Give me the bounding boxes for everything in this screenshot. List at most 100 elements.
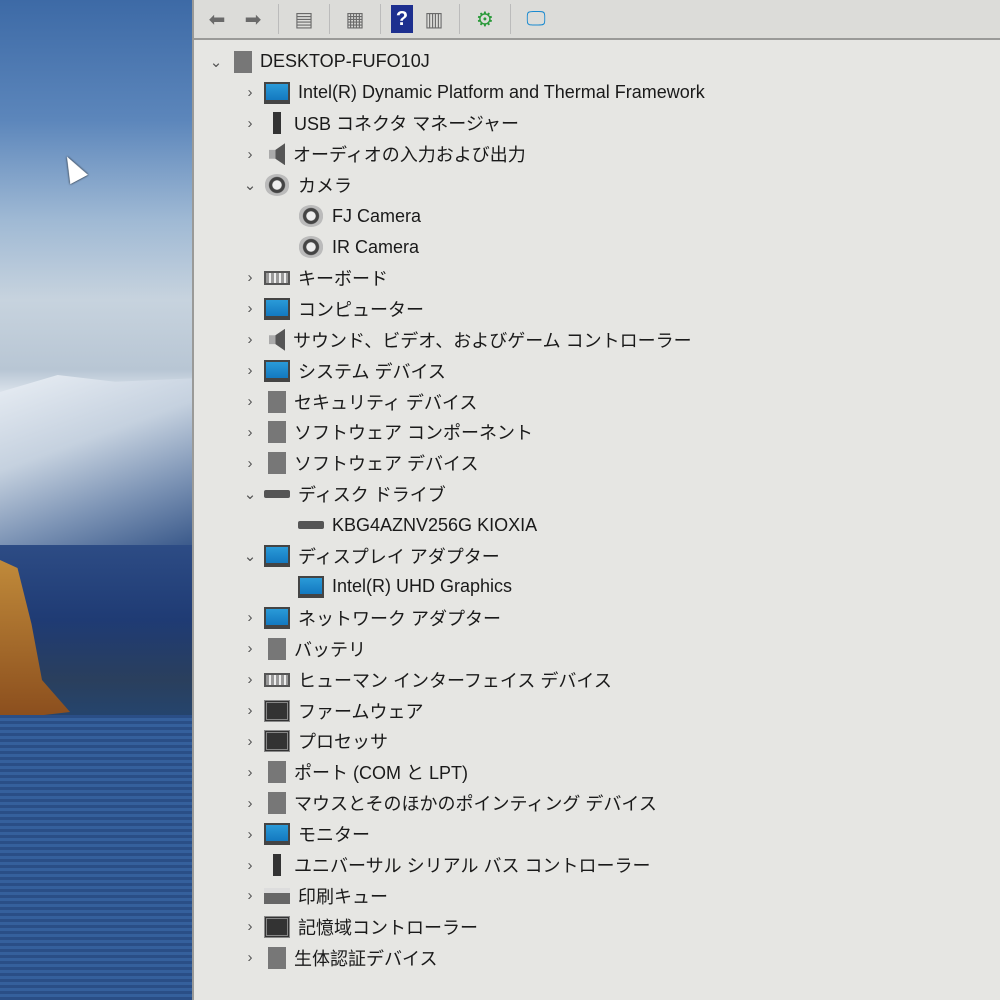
chevron-down-icon[interactable]: ⌄ — [240, 176, 260, 194]
category-item[interactable]: ⌄ ディスク ドライブ — [240, 479, 446, 510]
category-item[interactable]: › サウンド、ビデオ、およびゲーム コントローラー — [240, 324, 692, 355]
chevron-down-icon[interactable]: ⌄ — [240, 547, 260, 565]
category-item[interactable]: › バッテリ — [240, 633, 366, 664]
item-label: ヒューマン インターフェイス デバイス — [298, 670, 612, 691]
mon-device-icon — [264, 823, 290, 846]
properties-icon[interactable]: ▦ — [340, 5, 370, 33]
wallpaper-rock — [0, 560, 70, 720]
chevron-right-icon[interactable]: › — [240, 331, 260, 348]
forward-arrow-icon[interactable]: ➡ — [238, 5, 268, 33]
update-driver-icon[interactable]: ⚙ — [470, 5, 500, 33]
chevron-right-icon[interactable]: › — [240, 115, 260, 132]
item-label: キーボード — [298, 268, 388, 289]
category-item[interactable]: › オーディオの入力および出力 — [240, 139, 526, 170]
tree-root[interactable]: ⌄ DESKTOP-FUFO10J — [206, 46, 430, 77]
device-item[interactable]: FJ Camera — [294, 201, 421, 232]
item-label: 記憶域コントローラー — [298, 917, 478, 938]
gray-device-icon — [268, 421, 286, 444]
category-item[interactable]: › プロセッサ — [240, 726, 388, 757]
chevron-right-icon[interactable]: › — [240, 269, 260, 286]
mouse-cursor-icon — [58, 151, 88, 185]
category-item[interactable]: › 記憶域コントローラー — [240, 911, 478, 942]
item-label: KBG4AZNV256G KIOXIA — [332, 514, 538, 535]
back-arrow-icon[interactable]: ⬅ — [202, 5, 232, 33]
cam-device-icon — [264, 174, 290, 197]
item-label: ディスク ドライブ — [298, 485, 446, 506]
category-item[interactable]: › コンピューター — [240, 293, 424, 324]
chevron-right-icon[interactable]: › — [240, 887, 260, 904]
gray-device-icon — [268, 452, 286, 475]
item-label: Intel(R) Dynamic Platform and Thermal Fr… — [298, 82, 705, 102]
chevron-right-icon[interactable]: › — [240, 609, 260, 626]
category-item[interactable]: › マウスとそのほかのポインティング デバイス — [240, 788, 657, 819]
category-item[interactable]: › モニター — [240, 819, 370, 850]
item-label: カメラ — [298, 176, 352, 197]
item-label: IR Camera — [332, 236, 420, 257]
disk-device-icon — [298, 521, 324, 530]
toolbar: ⬅ ➡ ▤ ▦ ? ▥ ⚙ 🖵 — [194, 0, 1000, 40]
chevron-right-icon[interactable]: › — [240, 671, 260, 688]
scan-hardware-icon[interactable]: 🖵 — [521, 5, 551, 33]
chip-device-icon — [264, 699, 290, 722]
chevron-right-icon[interactable]: › — [240, 455, 260, 472]
item-label: USB コネクタ マネージャー — [294, 114, 520, 135]
gray-device-icon — [268, 761, 286, 784]
category-item[interactable]: › 生体認証デバイス — [240, 942, 437, 973]
item-label: ポート (COM と LPT) — [294, 763, 468, 784]
item-label: ソフトウェア コンポーネント — [294, 423, 533, 444]
category-item[interactable]: › ソフトウェア デバイス — [240, 448, 478, 479]
category-item[interactable]: › ソフトウェア コンポーネント — [240, 417, 533, 448]
cam-device-icon — [298, 236, 324, 258]
device-item[interactable]: IR Camera — [294, 232, 419, 263]
mon-device-icon — [264, 606, 290, 629]
chevron-right-icon[interactable]: › — [240, 826, 260, 843]
category-item[interactable]: › ヒューマン インターフェイス デバイス — [240, 664, 612, 695]
category-item[interactable]: ⌄ ディスプレイ アダプター — [240, 541, 500, 572]
prn-device-icon — [264, 887, 290, 904]
chevron-right-icon[interactable]: › — [240, 362, 260, 379]
category-item[interactable]: › ポート (COM と LPT) — [240, 757, 468, 788]
toolbar-separator — [459, 4, 460, 34]
device-manager-window: ⬅ ➡ ▤ ▦ ? ▥ ⚙ 🖵 ⌄ DESKTOP-FUFO10J › Intel… — [192, 0, 1000, 1000]
category-item[interactable]: › 印刷キュー — [240, 880, 389, 911]
item-label: セキュリティ デバイス — [294, 392, 478, 413]
item-label: コンピューター — [298, 299, 424, 320]
show-hide-console-tree-icon[interactable]: ▤ — [289, 5, 319, 33]
category-item[interactable]: › ユニバーサル シリアル バス コントローラー — [240, 850, 650, 881]
chevron-right-icon[interactable]: › — [240, 702, 260, 719]
chevron-right-icon[interactable]: › — [240, 393, 260, 410]
gray-device-icon — [268, 792, 286, 815]
item-label: サウンド、ビデオ、およびゲーム コントローラー — [293, 330, 692, 351]
chevron-right-icon[interactable]: › — [240, 640, 260, 657]
chevron-right-icon[interactable]: › — [240, 733, 260, 750]
category-item[interactable]: › USB コネクタ マネージャー — [240, 108, 519, 139]
chevron-right-icon[interactable]: › — [240, 424, 260, 441]
item-label: マウスとそのほかのポインティング デバイス — [294, 794, 657, 815]
device-item[interactable]: Intel(R) UHD Graphics — [294, 571, 512, 602]
chevron-right-icon[interactable]: › — [240, 918, 260, 935]
category-item[interactable]: › システム デバイス — [240, 355, 446, 386]
chevron-right-icon[interactable]: › — [240, 857, 260, 874]
item-label: FJ Camera — [332, 205, 422, 226]
chevron-right-icon[interactable]: › — [240, 764, 260, 781]
chevron-down-icon[interactable]: ⌄ — [240, 485, 260, 503]
device-item[interactable]: KBG4AZNV256G KIOXIA — [294, 510, 537, 541]
category-item[interactable]: › Intel(R) Dynamic Platform and Thermal F… — [240, 77, 705, 108]
chevron-right-icon[interactable]: › — [240, 146, 260, 163]
chevron-right-icon[interactable]: › — [240, 949, 260, 966]
category-item[interactable]: ⌄ カメラ — [240, 170, 352, 201]
chevron-right-icon[interactable]: › — [240, 84, 260, 101]
category-item[interactable]: › ネットワーク アダプター — [240, 602, 501, 633]
category-item[interactable]: › ファームウェア — [240, 695, 423, 726]
cam-device-icon — [298, 205, 324, 228]
chevron-down-icon[interactable]: ⌄ — [206, 53, 226, 71]
item-label: システム デバイス — [298, 361, 446, 382]
item-label: バッテリ — [294, 639, 366, 660]
category-item[interactable]: › キーボード — [240, 262, 389, 293]
category-item[interactable]: › セキュリティ デバイス — [240, 386, 477, 417]
help-icon[interactable]: ? — [391, 5, 413, 33]
chevron-right-icon[interactable]: › — [240, 795, 260, 812]
item-label: ユニバーサル シリアル バス コントローラー — [294, 856, 651, 876]
show-hide-action-pane-icon[interactable]: ▥ — [419, 5, 449, 33]
chevron-right-icon[interactable]: › — [240, 300, 260, 317]
